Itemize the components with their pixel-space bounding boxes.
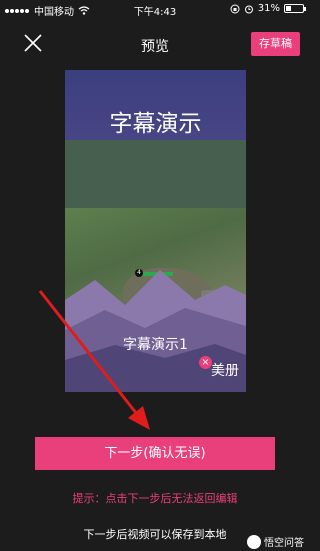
battery-percent: 31% [257,3,280,14]
battery-icon [284,4,306,13]
orientation-lock-icon [230,4,240,13]
brand-name: 悟空问答 [264,538,304,549]
save-draft-button[interactable]: 存草稿 [251,32,300,56]
brand-watermark: 悟空问答 [247,534,304,549]
next-step-button[interactable]: 下一步(确认无误) [35,437,275,470]
video-preview[interactable]: 字幕演示 4 字幕演示1 × 美册 [65,70,246,392]
status-bar: 中国移动 下午4:43 31% [0,0,310,18]
brand-logo-icon [247,534,261,549]
watermark-label: 美册 [211,363,239,379]
preview-subtitle: 字幕演示1 [123,337,188,353]
status-right: 31% [230,3,306,14]
alarm-icon [244,5,253,13]
battery-fill [286,6,291,11]
preview-title: 字幕演示 [109,111,202,137]
hint-text: 提示：点击下一步后无法返回编辑 [72,492,238,505]
top-nav: 预览 存草稿 [0,28,310,60]
